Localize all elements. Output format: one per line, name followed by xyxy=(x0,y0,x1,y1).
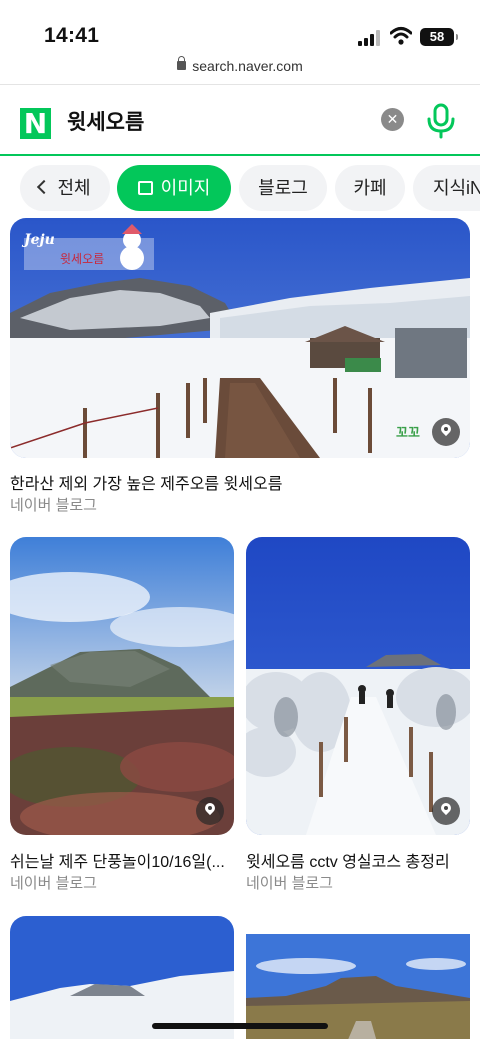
overlay-title: Jeju xyxy=(24,232,55,248)
home-indicator[interactable] xyxy=(152,1023,328,1029)
result-caption-2[interactable]: 쉬는날 제주 단풍놀이10/16일(... xyxy=(10,848,234,872)
autumn-mountain-photo xyxy=(10,537,234,835)
search-input[interactable]: 윗세오름 xyxy=(67,106,144,136)
wifi-icon xyxy=(390,27,412,45)
snow-mountain-photo xyxy=(10,916,234,1039)
location-pin-icon[interactable] xyxy=(196,797,224,825)
tab-all[interactable]: 전체 xyxy=(20,165,110,211)
result-source-1: 네이버 블로그 xyxy=(10,497,97,514)
image-icon xyxy=(137,181,153,195)
overlay-subtitle: 윗세오름 xyxy=(60,252,105,266)
status-bar: 14:41 58 xyxy=(0,0,480,56)
status-time: 14:41 xyxy=(44,24,100,47)
category-tabs: 전체 이미지 블로그 카페 지식iN xyxy=(0,160,480,218)
mountain-field-photo xyxy=(246,916,470,1039)
result-image-5[interactable] xyxy=(246,916,470,1039)
result-image-4[interactable] xyxy=(10,916,234,1039)
chevron-left-icon xyxy=(37,179,52,195)
location-pin-icon[interactable] xyxy=(432,797,460,825)
battery-icon: 58 xyxy=(420,28,458,46)
divider xyxy=(0,84,480,85)
result-source-3: 네이버 블로그 xyxy=(246,875,333,892)
lock-icon xyxy=(177,56,187,70)
url-text: search.naver.com xyxy=(192,58,303,74)
location-pin-icon[interactable] xyxy=(432,418,460,446)
tab-images[interactable]: 이미지 xyxy=(117,165,231,211)
search-bar: N 윗세오름 ✕ xyxy=(0,86,480,156)
mic-icon[interactable] xyxy=(425,103,457,139)
result-image-3[interactable] xyxy=(246,537,470,835)
tab-blog[interactable]: 블로그 xyxy=(239,165,327,211)
snow-path-photo xyxy=(246,537,470,835)
result-image-2[interactable] xyxy=(10,537,234,835)
result-caption-1[interactable]: 한라산 제외 가장 높은 제주오름 윗세오름 xyxy=(10,470,470,494)
result-source-2: 네이버 블로그 xyxy=(10,875,97,892)
signal-icon xyxy=(358,30,382,46)
address-bar[interactable]: search.naver.com xyxy=(0,56,480,74)
clear-icon[interactable]: ✕ xyxy=(381,108,404,131)
tab-cafe[interactable]: 카페 xyxy=(335,165,405,211)
watermark: 꼬꼬 xyxy=(396,425,420,440)
tab-kin[interactable]: 지식iN xyxy=(413,165,480,211)
result-caption-3[interactable]: 윗세오름 cctv 영실코스 총정리 xyxy=(246,848,470,872)
naver-logo[interactable]: N xyxy=(20,108,51,139)
result-image-1[interactable]: Jeju 윗세오름 꼬꼬 xyxy=(10,218,470,458)
